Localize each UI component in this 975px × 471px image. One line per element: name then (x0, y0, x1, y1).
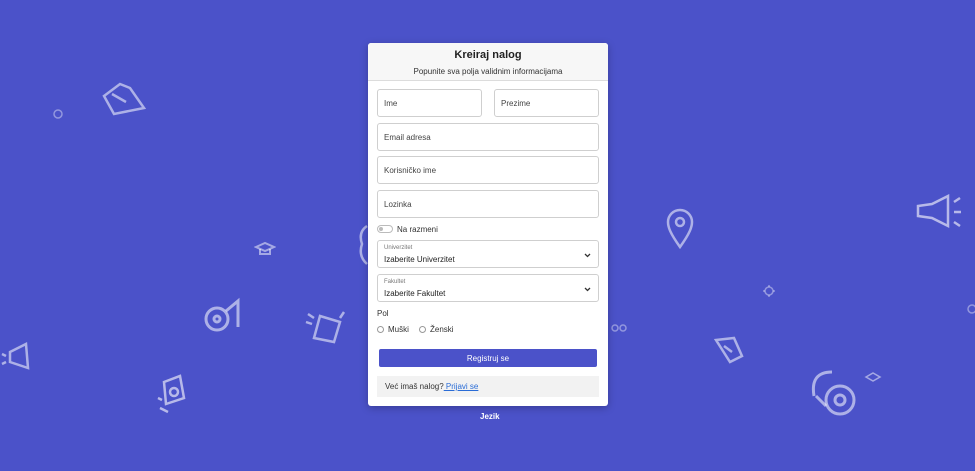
gender-female-label: Ženski (430, 325, 454, 334)
faculty-select[interactable]: Fakultet Izaberite Fakultet (377, 274, 599, 302)
username-input[interactable]: Korisničko ime (377, 156, 599, 184)
headphones-doodle-icon (806, 366, 860, 420)
bell-doodle-icon (156, 372, 190, 416)
hand-doodle-icon (304, 308, 350, 344)
graduation-cap-doodle-icon (254, 240, 276, 258)
login-link[interactable]: Prijavi se (444, 382, 478, 391)
small-cap-doodle-icon (864, 371, 882, 385)
username-placeholder: Korisničko ime (384, 166, 437, 175)
exchange-toggle[interactable] (377, 225, 393, 233)
radio-female[interactable] (419, 326, 426, 333)
language-link[interactable]: Jezik (480, 412, 500, 421)
chevron-down-icon (584, 251, 591, 260)
university-select[interactable]: Univerzitet Izaberite Univerzitet (377, 240, 599, 268)
megaphone-right-doodle-icon (914, 194, 962, 230)
gender-option-female[interactable]: Ženski (419, 325, 454, 334)
edge-doodle-icon (964, 302, 975, 316)
radio-male[interactable] (377, 326, 384, 333)
email-placeholder: Email adresa (384, 133, 431, 142)
university-value: Izaberite Univerzitet (384, 255, 455, 264)
page-subtitle: Popunite sva polja validnim informacijam… (413, 67, 563, 76)
exchange-toggle-label: Na razmeni (397, 224, 438, 234)
small-gear-doodle-icon (762, 284, 776, 298)
tag-doodle-icon (712, 334, 746, 364)
faculty-label: Fakultet (384, 279, 406, 285)
page-title: Kreiraj nalog (454, 49, 522, 61)
last-name-input[interactable]: Prezime (494, 89, 599, 117)
vinyl-doodle-icon (202, 297, 242, 335)
location-pin-doodle-icon (662, 207, 698, 253)
megaphone-doodle-icon (0, 340, 38, 376)
gender-male-label: Muški (388, 325, 409, 334)
folder-doodle-icon (100, 80, 148, 118)
exchange-toggle-row: Na razmeni (377, 224, 438, 234)
login-prompt-box: Već imaš nalog? Prijavi se (377, 376, 599, 397)
register-button[interactable]: Registruj se (379, 349, 597, 367)
small-cluster-doodle-icon (610, 321, 628, 335)
login-prompt-text: Već imaš nalog? (385, 382, 444, 391)
person-doodle-icon (356, 222, 368, 266)
chevron-down-icon (584, 285, 591, 294)
gender-label: Pol (377, 309, 389, 318)
register-card: Kreiraj nalog Popunite sva polja validni… (368, 43, 608, 406)
small-doodle-icon (52, 108, 64, 120)
first-name-input[interactable]: Ime (377, 89, 482, 117)
university-label: Univerzitet (384, 245, 413, 251)
first-name-placeholder: Ime (384, 99, 398, 108)
last-name-placeholder: Prezime (501, 99, 531, 108)
password-placeholder: Lozinka (384, 200, 412, 209)
card-header: Kreiraj nalog Popunite sva polja validni… (368, 43, 608, 81)
password-input[interactable]: Lozinka (377, 190, 599, 218)
faculty-value: Izaberite Fakultet (384, 289, 446, 298)
gender-option-male[interactable]: Muški (377, 325, 409, 334)
email-input[interactable]: Email adresa (377, 123, 599, 151)
